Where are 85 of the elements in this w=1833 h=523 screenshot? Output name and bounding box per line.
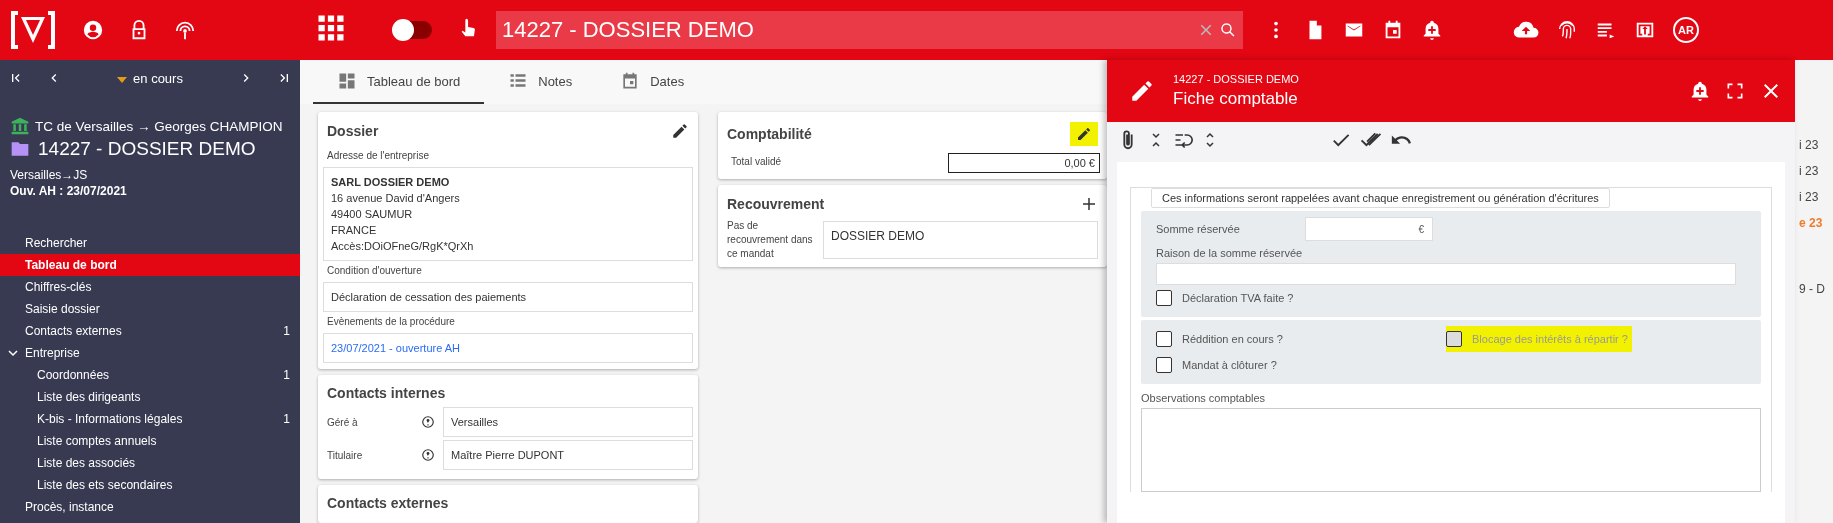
apps-grid-icon[interactable] <box>316 13 346 43</box>
edit-icon[interactable] <box>671 122 689 140</box>
account-icon[interactable] <box>82 19 104 41</box>
field-label: Condition d'ouverture <box>326 264 423 278</box>
sidebar-item[interactable]: Liste comptes annuels <box>0 430 300 452</box>
dashboard-icon[interactable] <box>337 71 357 91</box>
sidebar-item[interactable]: Contacts externes 1 <box>0 320 300 342</box>
recovery-field: DOSSIER DEMO <box>823 221 1098 259</box>
list-text: i 23 <box>1799 190 1820 204</box>
opening-date: Ouv. AH : 23/07/2021 <box>10 184 128 198</box>
card-title: Recouvrement <box>727 196 825 212</box>
court-title: TC de Versailles → Georges CHAMPION <box>35 118 283 134</box>
fingerprint-icon[interactable] <box>1556 19 1578 41</box>
fullscreen-icon[interactable] <box>1725 81 1745 101</box>
panel-subtitle: 14227 - DOSSIER DEMO <box>1173 73 1300 85</box>
sidebar-item[interactable]: Tableau de bord <box>0 254 300 276</box>
sidebar-item[interactable]: Coordonnées 1 <box>0 364 300 386</box>
location-text: Versailles→JS <box>10 168 89 182</box>
field-label: Adresse de l'entreprise <box>326 149 430 163</box>
condition-field: Déclaration de cessation des paiements <box>323 282 693 312</box>
toggle-switch[interactable] <box>394 21 432 39</box>
company-name: SARL DOSSIER DEMO <box>331 175 451 190</box>
amount-field[interactable]: € <box>1305 217 1433 241</box>
dossier-title: 14227 - DOSSIER DEMO <box>38 138 256 160</box>
card-title: Contacts internes <box>327 385 446 401</box>
edit-icon <box>1129 78 1155 104</box>
sidebar-item[interactable]: Liste des ets secondaires <box>0 474 300 496</box>
address-line: 49400 SAUMUR <box>331 207 414 222</box>
observations-field[interactable] <box>1141 408 1761 492</box>
sidebar-item[interactable]: Entreprise <box>0 342 300 364</box>
tab[interactable]: Notes <box>484 60 597 104</box>
caret-icon <box>117 76 128 83</box>
chevron-icon[interactable] <box>8 348 18 358</box>
avatar[interactable]: AR <box>1673 17 1699 43</box>
event-link[interactable]: 23/07/2021 - ouverture AH <box>331 342 461 354</box>
contact-field: Versailles <box>443 407 693 437</box>
field-label: Titulaire <box>326 449 364 461</box>
field-label: Observations comptables <box>1141 392 1267 404</box>
panel-title: Fiche comptable <box>1173 89 1299 109</box>
sidebar-item[interactable]: Liste des dirigeants <box>0 386 300 408</box>
address-line: Accès:DOiOFneG/RgK*QrXh <box>331 239 475 254</box>
list-text: 9 - D <box>1799 282 1826 296</box>
sidebar-item[interactable]: Chiffres-clés <box>0 276 300 298</box>
card-title: Comptabilité <box>727 126 812 142</box>
checkbox[interactable]: Déclaration TVA faite ? <box>1156 285 1298 311</box>
field-label: Total validé <box>730 155 783 169</box>
field-label: Somme réservée <box>1156 223 1241 235</box>
list-text: e 23 <box>1799 216 1824 230</box>
help-icon[interactable] <box>421 415 435 429</box>
address-line: FRANCE <box>331 223 378 238</box>
sidebar-item[interactable]: Rechercher <box>0 232 300 254</box>
edit-icon[interactable] <box>1076 126 1092 142</box>
checkbox[interactable]: Réddition en cours ? <box>1156 326 1287 352</box>
field-label: Evènements de la procédure <box>326 315 456 329</box>
tab[interactable]: Tableau de bord <box>313 60 485 104</box>
list-text: i 23 <box>1799 138 1820 152</box>
logo-icon[interactable] <box>10 10 56 50</box>
input-field[interactable] <box>1156 263 1736 285</box>
edit-button[interactable] <box>1070 122 1098 146</box>
bank-icon <box>10 116 30 136</box>
contact-field: Maître Pierre DUPONT <box>443 440 693 470</box>
broadcast-icon[interactable] <box>174 19 196 41</box>
bell-plus-icon[interactable] <box>1421 19 1443 41</box>
card-title: Contacts externes <box>327 495 449 511</box>
bell-plus-icon[interactable] <box>1689 80 1711 102</box>
sidebar-item[interactable]: Liste des associés <box>0 452 300 474</box>
help-icon[interactable] <box>421 448 435 462</box>
field-label: Pas de recouvrement dans ce mandat <box>727 219 814 261</box>
address-line: 16 avenue David d'Angers <box>331 191 461 206</box>
folder-icon <box>10 139 30 159</box>
sidebar-item[interactable]: K-bis - Informations légales 1 <box>0 408 300 430</box>
checkbox[interactable]: Mandat à clôturer ? <box>1156 352 1281 378</box>
total-field: 0,00 € <box>948 152 1100 173</box>
form-legend: Ces informations seront rappelées avant chaque enregistrement ou génération d'écritures <box>1151 188 1610 208</box>
sidebar-item[interactable]: Procès, instance <box>0 496 300 518</box>
search-icon[interactable] <box>1219 21 1237 39</box>
list-text: i 23 <box>1799 164 1820 178</box>
tab[interactable]: Dates <box>596 60 709 104</box>
add-icon[interactable] <box>1080 195 1098 213</box>
status-dropdown[interactable]: en cours <box>62 70 238 86</box>
search-field[interactable]: 14227 - DOSSIER DEMO <box>496 11 1243 49</box>
sidebar-item[interactable]: Saisie dossier <box>0 298 300 320</box>
field-label: Géré à <box>326 416 359 428</box>
card-title: Dossier <box>327 123 379 139</box>
field-label: Raison de la somme réservée <box>1156 247 1304 259</box>
